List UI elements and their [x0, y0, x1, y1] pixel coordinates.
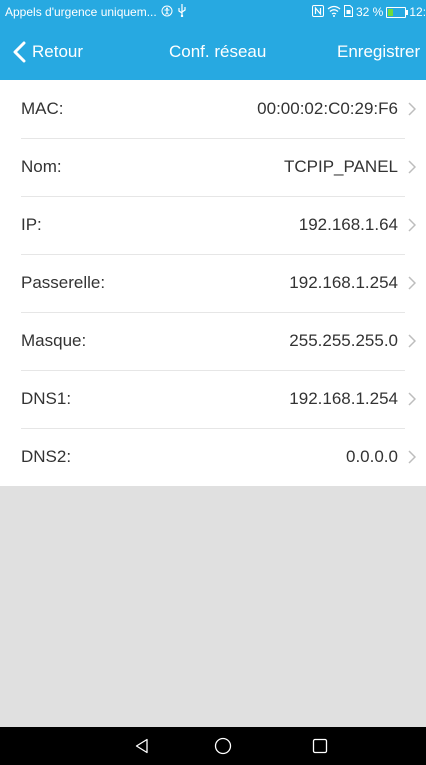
setting-row-name[interactable]: Nom: TCPIP_PANEL: [0, 138, 426, 196]
battery-icon: [386, 6, 409, 18]
chevron-left-icon: [13, 41, 26, 63]
setting-row-mask[interactable]: Masque: 255.255.255.0: [0, 312, 426, 370]
circle-home-icon: [214, 737, 232, 755]
nfc-icon: [312, 4, 324, 20]
setting-value: 0.0.0.0: [346, 447, 398, 466]
setting-label: DNS1:: [21, 389, 72, 408]
battery-percent: 32 %: [356, 5, 384, 19]
setting-row-ip[interactable]: IP: 192.168.1.64: [0, 196, 426, 254]
square-recents-icon: [312, 738, 328, 754]
save-button[interactable]: Enregistrer: [337, 24, 420, 80]
chevron-right-icon: [408, 392, 416, 406]
app-navbar: Retour Conf. réseau Enregistrer: [0, 24, 426, 80]
chevron-right-icon: [408, 102, 416, 116]
back-button[interactable]: Retour: [12, 24, 83, 80]
setting-label: DNS2:: [21, 447, 72, 466]
page-title: Conf. réseau: [169, 42, 267, 61]
wifi-icon: [327, 5, 341, 20]
setting-label: Nom:: [21, 157, 62, 176]
carrier-text: Appels d'urgence uniquem...: [5, 5, 157, 19]
clock: 12:59: [409, 5, 426, 19]
back-nav-button[interactable]: [122, 727, 162, 765]
setting-value: 192.168.1.64: [298, 215, 398, 234]
setting-label: IP:: [21, 215, 42, 234]
setting-value: 192.168.1.254: [289, 389, 398, 408]
setting-value: 00:00:02:C0:29:F6: [257, 99, 398, 118]
setting-label: Passerelle:: [21, 273, 106, 292]
chevron-right-icon: [408, 450, 416, 464]
accessibility-icon: [161, 5, 173, 20]
status-bar: Appels d'urgence uniquem... 32 % 12:59: [0, 0, 426, 24]
triangle-back-icon: [135, 738, 148, 754]
home-nav-button[interactable]: [203, 727, 243, 765]
chevron-right-icon: [408, 334, 416, 348]
chevron-right-icon: [408, 160, 416, 174]
back-label: Retour: [32, 42, 84, 61]
recents-nav-button[interactable]: [300, 727, 340, 765]
setting-row-dns1[interactable]: DNS1: 192.168.1.254: [0, 370, 426, 428]
system-nav-bar: [0, 727, 426, 765]
setting-label: MAC:: [21, 99, 64, 118]
setting-value: 192.168.1.254: [289, 273, 398, 292]
setting-row-gateway[interactable]: Passerelle: 192.168.1.254: [0, 254, 426, 312]
usb-icon: [177, 4, 187, 20]
settings-list: MAC: 00:00:02:C0:29:F6 Nom: TCPIP_PANEL …: [0, 80, 426, 486]
chevron-right-icon: [408, 218, 416, 232]
sim-icon: [344, 4, 353, 20]
setting-row-dns2[interactable]: DNS2: 0.0.0.0: [0, 428, 426, 486]
setting-label: Masque:: [21, 331, 87, 350]
setting-row-mac[interactable]: MAC: 00:00:02:C0:29:F6: [0, 80, 426, 138]
setting-value: TCPIP_PANEL: [283, 157, 398, 176]
setting-value: 255.255.255.0: [289, 331, 398, 350]
chevron-right-icon: [408, 276, 416, 290]
